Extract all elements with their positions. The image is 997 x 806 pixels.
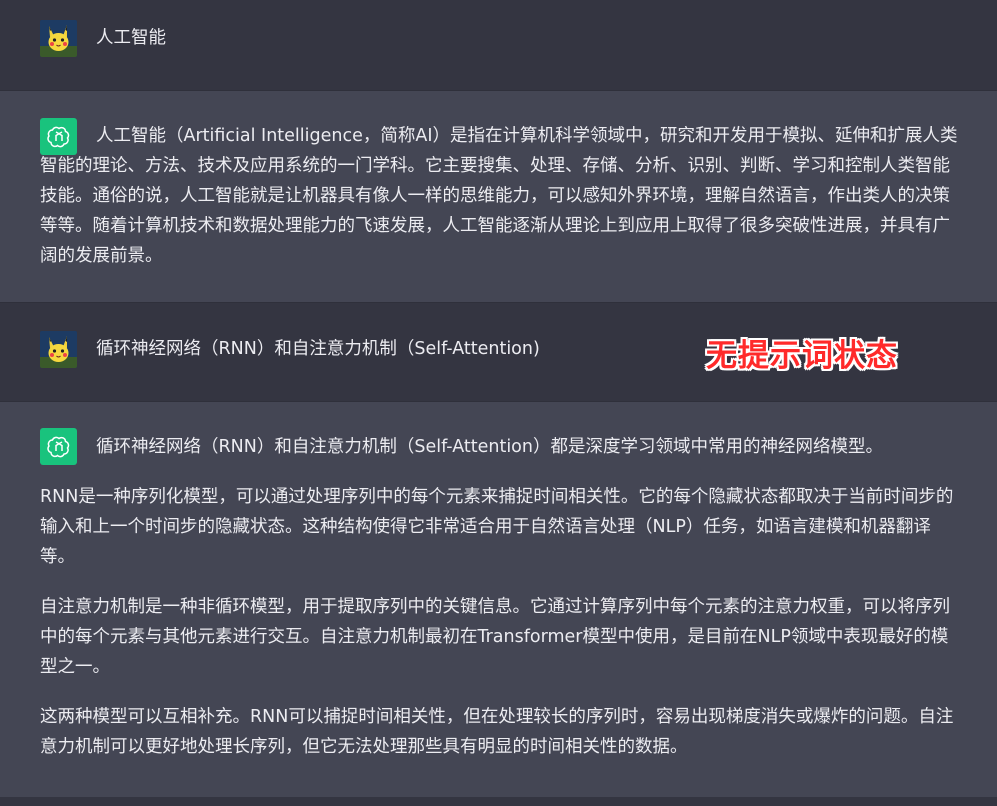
assistant-paragraph: 循环神经网络（RNN）和自注意力机制（Self-Attention）都是深度学习… [96, 437, 883, 457]
user-message-text: 循环神经网络（RNN）和自注意力机制（Self-Attention) [96, 339, 540, 359]
overlay-stamp: 无提示词状态 [706, 338, 898, 374]
pikachu-avatar-icon [40, 331, 77, 368]
assistant-message-text: 人工智能（Artificial Intelligence，简称AI）是指在计算机… [40, 126, 958, 266]
bottom-bar [0, 797, 997, 806]
assistant-message-row-1: 人工智能（Artificial Intelligence，简称AI）是指在计算机… [0, 91, 997, 302]
user-message-row-1: 人工智能 [0, 0, 997, 90]
pikachu-avatar-icon [40, 20, 77, 57]
assistant-paragraph: 这两种模型可以互相补充。RNN可以捕捉时间相关性，但在处理较长的序列时，容易出现… [40, 707, 954, 757]
assistant-message-row-2: 循环神经网络（RNN）和自注意力机制（Self-Attention）都是深度学习… [0, 402, 997, 797]
assistant-message-body: 循环神经网络（RNN）和自注意力机制（Self-Attention）都是深度学习… [40, 432, 960, 782]
assistant-paragraph: RNN是一种序列化模型，可以通过处理序列中的每个元素来捕捉时间相关性。它的每个隐… [40, 487, 954, 567]
user-message-text: 人工智能 [96, 28, 166, 48]
assistant-paragraph: 自注意力机制是一种非循环模型，用于提取序列中的关键信息。它通过计算序列中每个元素… [40, 597, 950, 677]
